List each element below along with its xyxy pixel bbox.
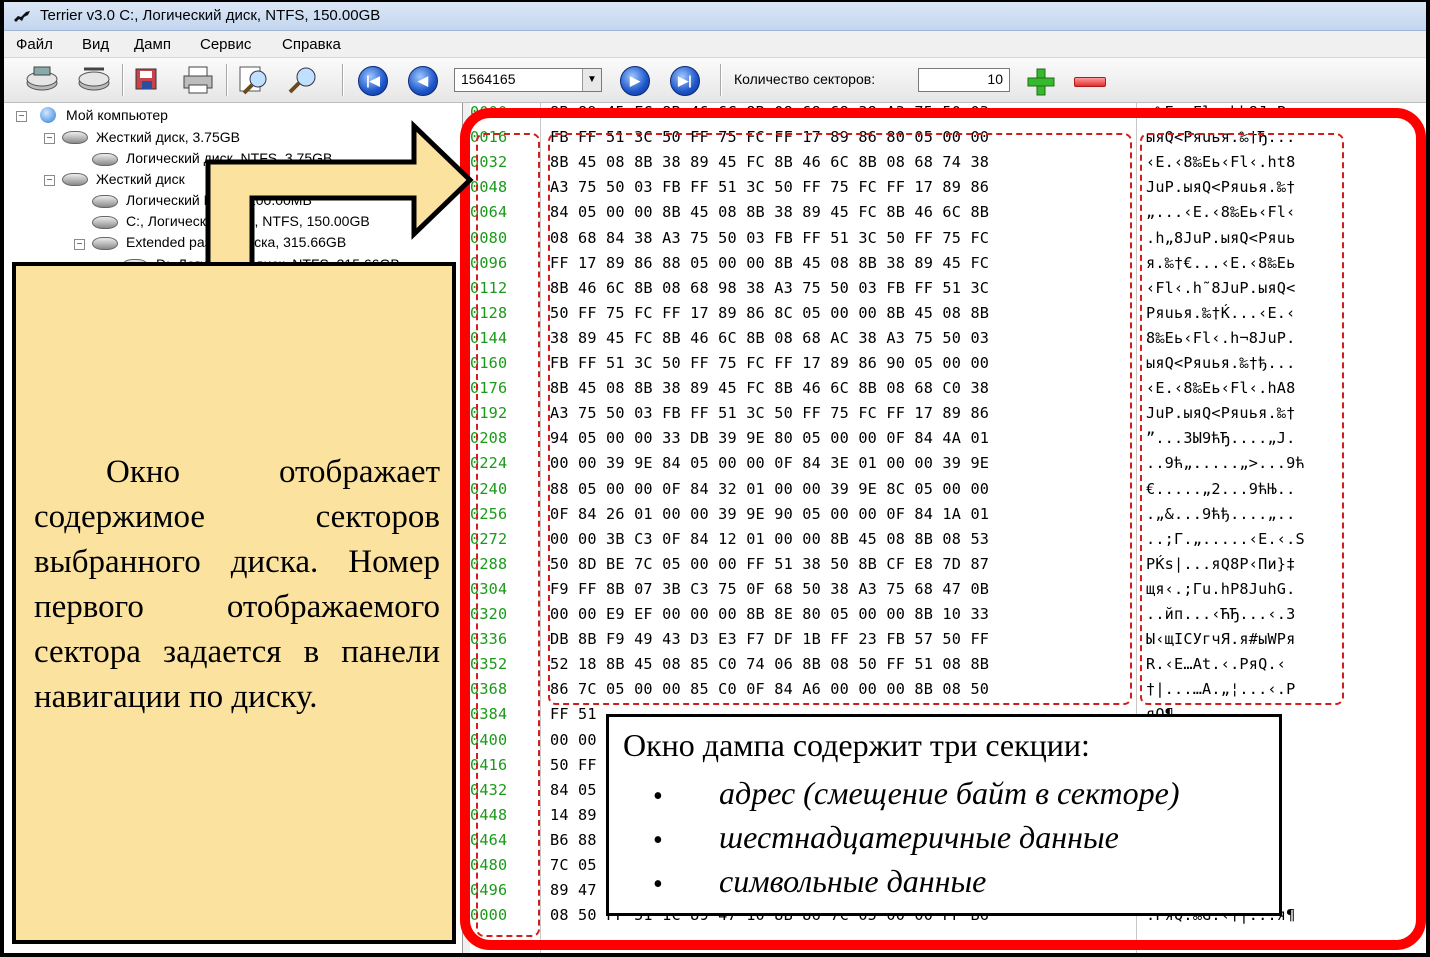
window-title: Terrier v3.0 C:, Логический диск, NTFS, … [40,7,381,24]
left-callout-body: Окно отображает содержимое секторов выбр… [34,454,440,715]
dump-sections-heading: Окно дампа содержит три секции: [623,727,1090,763]
dump-section-item: адрес (смещение байт в секторе) [719,775,1180,811]
collapse-icon[interactable]: − [74,239,85,250]
left-callout-text: Окно отображает содержимое секторов выбр… [34,450,440,720]
sectors-count-input[interactable]: 10 [918,68,1010,92]
pointer-arrow [205,120,474,269]
logical-disk-icon [92,153,118,166]
menu-help[interactable]: Справка [282,36,341,53]
prev-sector-icon[interactable]: ◀ [408,66,438,96]
title-bar: Terrier v3.0 C:, Логический диск, NTFS, … [4,2,1426,31]
find-next-icon[interactable] [284,63,320,97]
bullet-icon: • [653,781,663,812]
sectors-count-label: Количество секторов: [734,71,876,87]
dump-sections-callout: Окно дампа содержит три секции: • адрес … [606,714,1282,916]
toolbar-separator [226,64,228,96]
logical-disk-icon [92,216,118,229]
menu-file[interactable]: Файл [16,36,53,53]
toolbar: |◀ ◀ 1564165 ▼ ▶ ▶| Количество секторов:… [4,58,1426,103]
collapse-icon[interactable]: − [44,133,55,144]
save-icon[interactable] [130,63,166,97]
bullet-icon: • [653,825,663,856]
extended-partition-icon [92,237,118,250]
hard-disk-icon [62,131,88,144]
dump-section-item: шестнадцатеричные данные [719,819,1119,855]
add-sector-icon[interactable] [1026,67,1056,97]
close-disk-icon[interactable] [76,63,112,97]
toolbar-separator [342,64,344,96]
search-icon[interactable] [236,63,272,97]
next-sector-icon[interactable]: ▶ [620,66,650,96]
print-icon[interactable] [180,63,216,97]
sectors-count-value: 10 [987,71,1003,87]
menu-bar: Файл Вид Дамп Сервис Справка [4,31,1426,58]
tree-item-my-computer[interactable]: Мой компьютер [66,107,168,123]
toolbar-separator [122,64,124,96]
open-disk-icon[interactable] [24,63,60,97]
toolbar-separator [720,64,722,96]
sector-number-combo[interactable]: 1564165 ▼ [454,68,602,92]
first-sector-icon[interactable]: |◀ [358,66,388,96]
computer-icon [40,107,56,123]
menu-dump[interactable]: Дамп [134,36,171,53]
terrier-app-icon [14,11,30,22]
dump-section-item: символьные данные [719,863,987,899]
remove-sector-icon[interactable] [1074,77,1106,87]
hard-disk-icon [62,173,88,186]
menu-view[interactable]: Вид [82,36,109,53]
collapse-icon[interactable]: − [44,175,55,186]
collapse-icon[interactable]: − [16,111,27,122]
menu-service[interactable]: Сервис [200,36,251,53]
screenshot-frame: Terrier v3.0 C:, Логический диск, NTFS, … [0,0,1430,957]
logical-disk-icon [92,195,118,208]
sector-number-value: 1564165 [461,71,516,87]
last-sector-icon[interactable]: ▶| [670,66,700,96]
chevron-down-icon[interactable]: ▼ [582,69,601,91]
bullet-icon: • [653,869,663,900]
left-callout: Окно отображает содержимое секторов выбр… [12,262,456,944]
tree-item-hard-disk-2[interactable]: Жесткий диск [96,171,185,187]
